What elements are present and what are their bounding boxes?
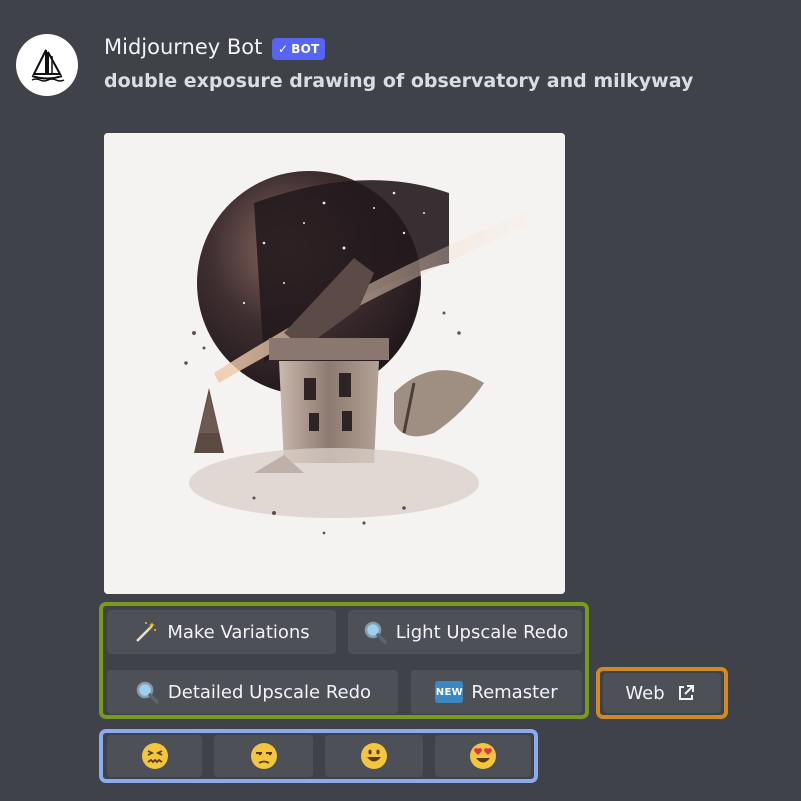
remaster-button[interactable]: NEW Remaster bbox=[411, 670, 582, 714]
prompt-text: double exposure drawing of observatory a… bbox=[104, 70, 694, 92]
bot-avatar[interactable] bbox=[16, 34, 78, 96]
magnifying-glass-icon bbox=[362, 619, 388, 645]
generated-image[interactable] bbox=[104, 133, 565, 594]
light-upscale-redo-label: Light Upscale Redo bbox=[395, 621, 569, 643]
smiling-face-icon bbox=[361, 743, 387, 769]
external-link-icon bbox=[673, 680, 699, 706]
make-variations-label: Make Variations bbox=[167, 621, 310, 643]
rating-great-button[interactable] bbox=[435, 735, 531, 777]
observatory-illustration bbox=[104, 133, 565, 594]
magnifying-glass-icon bbox=[134, 679, 160, 705]
detailed-upscale-redo-label: Detailed Upscale Redo bbox=[167, 681, 372, 703]
remaster-label: Remaster bbox=[471, 681, 558, 703]
rating-awful-button[interactable] bbox=[107, 735, 202, 777]
web-link-button[interactable]: Web bbox=[603, 673, 721, 713]
verified-check-icon: ✓ bbox=[278, 42, 289, 56]
bot-badge-label: BOT bbox=[291, 42, 320, 56]
sailboat-icon bbox=[31, 49, 65, 82]
make-variations-button[interactable]: Make Variations bbox=[107, 610, 336, 654]
rating-good-button[interactable] bbox=[325, 735, 423, 777]
bot-badge: ✓ BOT bbox=[272, 38, 326, 60]
rating-bad-button[interactable] bbox=[214, 735, 313, 777]
confounded-face-icon bbox=[141, 743, 168, 769]
new-badge-icon: NEW bbox=[435, 681, 464, 703]
unamused-face-icon bbox=[250, 743, 277, 769]
magic-wand-icon bbox=[133, 619, 159, 645]
heart-eyes-face-icon bbox=[470, 743, 496, 769]
web-label: Web bbox=[625, 682, 665, 704]
light-upscale-redo-button[interactable]: Light Upscale Redo bbox=[348, 610, 582, 654]
detailed-upscale-redo-button[interactable]: Detailed Upscale Redo bbox=[107, 670, 398, 714]
author-name[interactable]: Midjourney Bot bbox=[104, 35, 262, 59]
